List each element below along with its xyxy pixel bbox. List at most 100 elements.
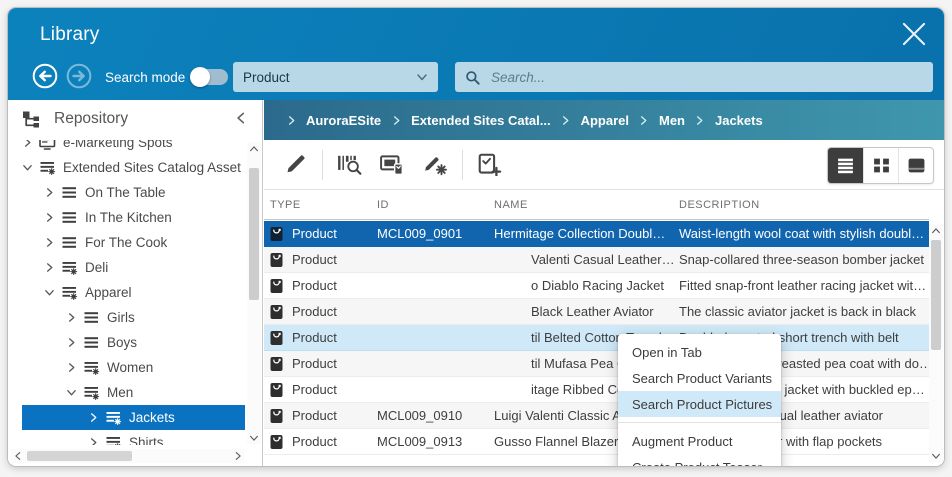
sidebar-vertical-scrollbar[interactable]: [247, 142, 261, 444]
table-row[interactable]: Product MCL009_0910 Luigi Valenti Classic …: [264, 403, 929, 429]
table-vertical-scrollbar[interactable]: [929, 224, 943, 462]
tree-item-deli[interactable]: Deli: [8, 255, 245, 280]
cell-description: Fitted snap-front leather racing jacket …: [679, 278, 927, 293]
repository-tree: e-Marketing Spots Extended Sites Catalog …: [8, 140, 245, 445]
menu-item-augment-product[interactable]: Augment Product: [618, 428, 781, 454]
monitor-icon: [39, 140, 56, 150]
chevron-down-icon[interactable]: [22, 162, 39, 173]
search-pictures-button[interactable]: [380, 153, 405, 176]
menu-item-create-product-teaser[interactable]: Create Product Teaser: [618, 454, 781, 467]
cell-name: Valenti Casual Leather…: [531, 252, 675, 267]
breadcrumb-item[interactable]: Extended Sites Catal...: [411, 113, 550, 128]
cell-type: Product: [292, 304, 337, 319]
back-button[interactable]: [32, 63, 58, 89]
chevron-right-icon[interactable]: [22, 140, 39, 148]
column-header-description[interactable]: DESCRIPTION: [679, 199, 929, 211]
sidebar-horizontal-scrollbar[interactable]: [11, 449, 244, 463]
breadcrumb-chevron-icon: [685, 115, 715, 126]
chevron-right-icon[interactable]: [88, 437, 105, 445]
main-panel: AuroraESite Extended Sites Catal... Appare…: [264, 100, 944, 466]
chevron-right-icon[interactable]: [66, 337, 83, 348]
cell-name: o Diablo Racing Jacket: [531, 278, 664, 293]
table-row[interactable]: Product til Belted Cotton Trench Double-br…: [264, 325, 929, 351]
scroll-left-icon[interactable]: [11, 449, 24, 462]
tree-item-extended-sites-catalog-asset-s[interactable]: Extended Sites Catalog Asset S: [8, 155, 245, 180]
sidebar-collapse-icon[interactable]: [234, 111, 248, 125]
tree-item-men[interactable]: Men: [8, 380, 245, 405]
table-row[interactable]: ProductMCL009_0913Gusso Flannel BlazerTw…: [264, 429, 929, 455]
chevron-down-icon[interactable]: [44, 287, 61, 298]
table-row[interactable]: Product til Mufasa Pea Coat Elegant double…: [264, 351, 929, 377]
scrollbar-thumb[interactable]: [27, 451, 132, 461]
forward-button[interactable]: [66, 63, 92, 89]
product-type-icon: [270, 278, 283, 294]
chevron-down-icon[interactable]: [66, 387, 83, 398]
table-row[interactable]: Product itage Ribbed Collar Le… Chocolate …: [264, 377, 929, 403]
breadcrumb-item[interactable]: AuroraESite: [306, 113, 381, 128]
tree-item-for-the-cook[interactable]: For The Cook: [8, 230, 245, 255]
scroll-up-icon[interactable]: [247, 142, 260, 155]
cell-type: Product: [292, 330, 337, 345]
tree-item-women[interactable]: Women: [8, 355, 245, 380]
catalog-icon: [83, 385, 100, 401]
tree-item-label: e-Marketing Spots: [63, 140, 173, 150]
scroll-down-icon[interactable]: [929, 449, 942, 462]
augment-button[interactable]: [423, 153, 448, 176]
search-mode-toggle[interactable]: [190, 67, 228, 87]
card-view-button[interactable]: [898, 148, 933, 183]
tree-item-shirts[interactable]: Shirts: [8, 430, 245, 445]
column-header-name[interactable]: NAME: [494, 199, 679, 211]
sidebar-title: Repository: [54, 110, 129, 127]
search-input[interactable]: [489, 68, 923, 86]
tree-item-label: Deli: [85, 260, 109, 275]
product-type-icon: [270, 434, 283, 450]
list-view-button[interactable]: [828, 148, 863, 183]
tree-item-boys[interactable]: Boys: [8, 330, 245, 355]
table-row[interactable]: Product Valenti Casual Leather… Snap-colla…: [264, 247, 929, 273]
tree-item-on-the-table[interactable]: On The Table: [8, 180, 245, 205]
tree-item-e-marketing-spots[interactable]: e-Marketing Spots: [8, 140, 245, 155]
window-title: Library: [40, 24, 100, 45]
column-header-id[interactable]: ID: [377, 199, 494, 211]
close-icon[interactable]: [900, 20, 928, 48]
tree-item-label: Shirts: [129, 435, 164, 445]
breadcrumb-item[interactable]: Jackets: [715, 113, 763, 128]
chevron-right-icon[interactable]: [88, 412, 105, 423]
cell-id: MCL009_0910: [377, 408, 463, 423]
sidebar: Repository e-Marketing Spots Extended Sit…: [8, 100, 263, 466]
chevron-right-icon[interactable]: [66, 362, 83, 373]
chevron-right-icon[interactable]: [44, 237, 61, 248]
chevron-right-icon[interactable]: [44, 212, 61, 223]
tree-item-in-the-kitchen[interactable]: In The Kitchen: [8, 205, 245, 230]
table-row[interactable]: Product o Diablo Racing Jacket Fitted snap…: [264, 273, 929, 299]
scroll-up-icon[interactable]: [929, 224, 942, 237]
tree-item-apparel[interactable]: Apparel: [8, 280, 245, 305]
breadcrumb-item[interactable]: Men: [659, 113, 685, 128]
edit-button[interactable]: [283, 153, 308, 176]
grid-view-button[interactable]: [863, 148, 898, 183]
tree-item-jackets[interactable]: Jackets: [22, 405, 245, 430]
scrollbar-thumb[interactable]: [249, 168, 259, 300]
scroll-down-icon[interactable]: [247, 431, 260, 444]
tree-item-girls[interactable]: Girls: [8, 305, 245, 330]
scroll-right-icon[interactable]: [231, 449, 244, 462]
search-variants-button[interactable]: [337, 153, 362, 176]
menu-item-open-in-tab[interactable]: Open in Tab: [618, 339, 781, 365]
column-header-type[interactable]: TYPE: [270, 199, 377, 211]
menu-item-search-product-pictures[interactable]: Search Product Pictures: [618, 391, 781, 417]
chevron-right-icon[interactable]: [66, 312, 83, 323]
menu-item-search-product-variants[interactable]: Search Product Variants: [618, 365, 781, 391]
breadcrumb-item[interactable]: Apparel: [581, 113, 629, 128]
tree-item-label: Boys: [107, 335, 138, 350]
create-teaser-button[interactable]: [477, 153, 502, 177]
chevron-right-icon[interactable]: [44, 187, 61, 198]
table-row[interactable]: Product Black Leather Aviator The classic …: [264, 299, 929, 325]
menu-divider: [618, 422, 781, 423]
scrollbar-thumb[interactable]: [931, 240, 941, 350]
product-type-icon: [270, 356, 283, 372]
product-type-icon: [270, 382, 283, 398]
search-type-dropdown[interactable]: Product: [233, 62, 438, 92]
catalog-icon: [61, 285, 78, 301]
table-row[interactable]: Product MCL009_0901 Hermitage Collection D…: [264, 221, 929, 247]
chevron-right-icon[interactable]: [44, 262, 61, 273]
